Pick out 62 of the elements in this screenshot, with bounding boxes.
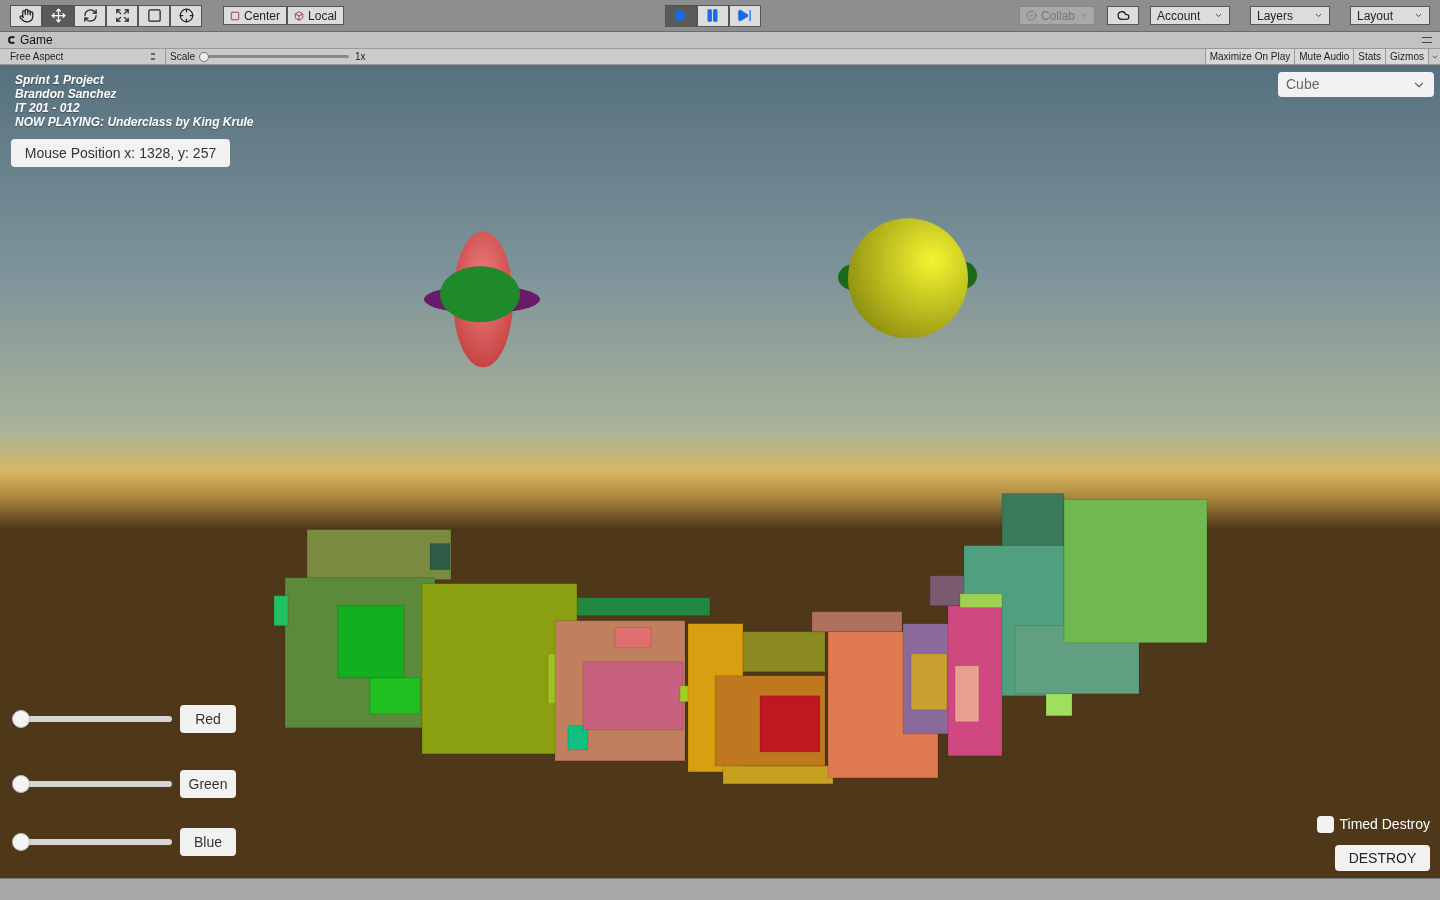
- tool-button[interactable]: [42, 4, 74, 27]
- pivot-button[interactable]: Local: [287, 6, 344, 25]
- cloud-icon: [1116, 9, 1130, 22]
- tool-button[interactable]: [10, 4, 42, 27]
- shape-dropdown[interactable]: Cube: [1278, 72, 1434, 97]
- move-icon: [50, 8, 66, 23]
- scale-icon: [114, 8, 130, 23]
- slider-thumb[interactable]: [12, 833, 30, 851]
- aspect-dropdown[interactable]: Free Aspect: [0, 49, 166, 64]
- updown-icon: [151, 53, 155, 60]
- color-slider[interactable]: [12, 832, 172, 852]
- tool-button[interactable]: [74, 4, 106, 27]
- hand-icon: [18, 8, 34, 23]
- toggle-button[interactable]: Maximize On Play: [1204, 49, 1295, 64]
- slider-thumb[interactable]: [199, 51, 209, 62]
- menu-icon[interactable]: [1422, 37, 1432, 43]
- slider-thumb[interactable]: [12, 775, 30, 793]
- toggle-button[interactable]: Gizmos: [1385, 49, 1428, 64]
- caret-icon: [1214, 11, 1223, 20]
- cube-icon: [294, 10, 305, 21]
- step-icon: [737, 8, 753, 23]
- check-icon: [1026, 10, 1037, 21]
- color-slider[interactable]: [12, 774, 172, 794]
- caret-icon: [1314, 11, 1323, 20]
- playback-button[interactable]: [696, 4, 729, 27]
- info-text: IT 201 - 012: [15, 101, 81, 115]
- game-tab-icon: [8, 36, 16, 44]
- tool-button[interactable]: [138, 4, 170, 27]
- transform-icon: [178, 8, 194, 23]
- color-slider[interactable]: [12, 709, 172, 729]
- info-text: Sprint 1 Project: [15, 73, 105, 87]
- caret-icon: [1414, 11, 1423, 20]
- pause-icon: [705, 8, 721, 23]
- tool-button[interactable]: [170, 4, 202, 27]
- toggle-button[interactable]: Stats: [1353, 49, 1386, 64]
- color-button[interactable]: Green: [180, 770, 236, 798]
- scale-label: Scale: [170, 50, 195, 64]
- mouse-position-label: Mouse Position x: 1328, y: 257: [11, 139, 230, 167]
- destroy-button[interactable]: DESTROY: [1335, 845, 1430, 871]
- pivot-icon: [230, 10, 240, 21]
- info-text: Brandon Sanchez: [15, 87, 118, 101]
- scale-value: 1x: [355, 50, 366, 64]
- menu-dropdown[interactable]: Account: [1150, 6, 1230, 25]
- cloud-button[interactable]: [1107, 6, 1139, 25]
- rotate-icon: [82, 8, 98, 23]
- timed-destroy-checkbox[interactable]: Timed Destroy: [1317, 814, 1430, 835]
- pivot-button[interactable]: Center: [223, 6, 288, 25]
- game-tab[interactable]: Game: [8, 31, 53, 49]
- menu-dropdown[interactable]: Layout: [1350, 6, 1430, 25]
- checkbox-box[interactable]: [1317, 816, 1335, 833]
- color-button[interactable]: Red: [180, 705, 236, 733]
- slider-thumb[interactable]: [12, 710, 30, 728]
- playback-button[interactable]: [728, 4, 761, 27]
- play-icon: [673, 8, 689, 23]
- toggle-button[interactable]: Mute Audio: [1294, 49, 1354, 64]
- scale-slider[interactable]: [199, 51, 349, 62]
- rect-tool-icon: [146, 8, 162, 23]
- color-button[interactable]: Blue: [180, 828, 236, 856]
- info-text: NOW PLAYING: Underclass by King Krule: [15, 115, 254, 129]
- caret-icon: [1079, 11, 1088, 20]
- menu-dropdown[interactable]: Layers: [1250, 6, 1330, 25]
- tool-button[interactable]: [106, 4, 138, 27]
